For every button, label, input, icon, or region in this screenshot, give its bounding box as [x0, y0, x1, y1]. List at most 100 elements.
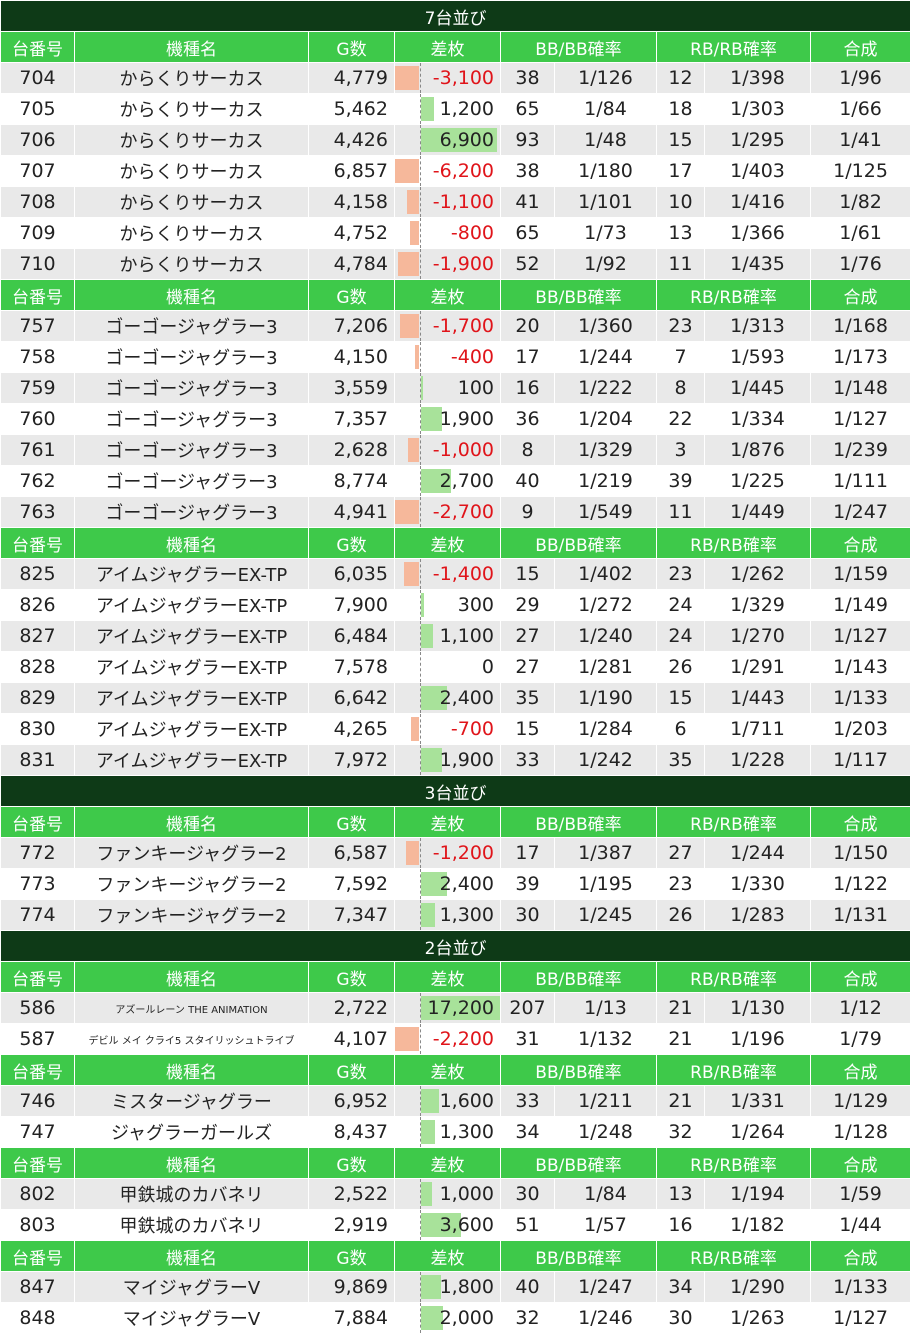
- rb-count: 24: [656, 589, 705, 621]
- difference-value: 2,000: [439, 1307, 494, 1329]
- difference: 2,700: [394, 465, 501, 497]
- column-header-row: 台番号 機種名 G数 差枚 BB/BB確率 RB/RB確率 合成: [0, 31, 910, 63]
- table-row[interactable]: 803 甲鉄城のカバネリ 2,919 3,600 51 1/57 16 1/182 1/44: [0, 1209, 910, 1241]
- header-rb-probability: RB/RB確率: [656, 279, 811, 311]
- table-row[interactable]: 763 ゴーゴージャグラー3 4,941 -2,700 9 1/549 11 1/449 1/2…: [0, 496, 910, 528]
- table-row[interactable]: 773 ファンキージャグラー2 7,592 2,400 39 1/195 23 1/330 1/…: [0, 868, 910, 900]
- header-unit-number: 台番号: [0, 279, 75, 311]
- difference-bar-negative: [398, 252, 419, 276]
- combined-probability: 1/61: [809, 217, 910, 249]
- bb-probability: 1/101: [554, 186, 657, 218]
- difference: -700: [394, 713, 501, 745]
- table-row[interactable]: 757 ゴーゴージャグラー3 7,206 -1,700 20 1/360 23 1/313 1/…: [0, 310, 910, 342]
- combined-probability: 1/59: [809, 1178, 910, 1210]
- difference-value: 6,900: [439, 129, 494, 151]
- unit-number: 831: [0, 744, 75, 776]
- table-row[interactable]: 830 アイムジャグラーEX-TP 4,265 -700 15 1/284 6 1/711 1/…: [0, 713, 910, 745]
- difference: -1,400: [394, 558, 501, 590]
- table-row[interactable]: 704 からくりサーカス 4,779 -3,100 38 1/126 12 1/398 1/96: [0, 62, 910, 94]
- machine-name: からくりサーカス: [74, 186, 309, 218]
- table-row[interactable]: 705 からくりサーカス 5,462 1,200 65 1/84 18 1/303 1/66: [0, 93, 910, 125]
- header-games: G数: [308, 1147, 395, 1179]
- rb-count: 21: [656, 1023, 705, 1055]
- combined-probability: 1/127: [809, 620, 910, 652]
- table-row[interactable]: 848 マイジャグラーV 7,884 2,000 32 1/246 30 1/263 1/127: [0, 1302, 910, 1334]
- table-row[interactable]: 847 マイジャグラーV 9,869 1,800 40 1/247 34 1/290 1/133: [0, 1271, 910, 1303]
- table-row[interactable]: 707 からくりサーカス 6,857 -6,200 38 1/180 17 1/403 1/12…: [0, 155, 910, 187]
- bb-count: 41: [500, 186, 555, 218]
- machine-name: デビル メイ クライ5 スタイリッシュトライブ: [74, 1023, 309, 1055]
- combined-probability: 1/131: [809, 899, 910, 931]
- header-bb-probability: BB/BB確率: [500, 1240, 657, 1272]
- table-row[interactable]: 758 ゴーゴージャグラー3 4,150 -400 17 1/244 7 1/593 1/173: [0, 341, 910, 373]
- difference: -3,100: [394, 62, 501, 94]
- table-row[interactable]: 587 デビル メイ クライ5 スタイリッシュトライブ 4,107 -2,200 31 1…: [0, 1023, 910, 1055]
- header-combined: 合成: [809, 1240, 910, 1272]
- table-row[interactable]: 708 からくりサーカス 4,158 -1,100 41 1/101 10 1/416 1/82: [0, 186, 910, 218]
- table-row[interactable]: 774 ファンキージャグラー2 7,347 1,300 30 1/245 26 1/283 1/…: [0, 899, 910, 931]
- bb-count: 17: [500, 837, 555, 869]
- bb-count: 27: [500, 620, 555, 652]
- column-header-row: 台番号 機種名 G数 差枚 BB/BB確率 RB/RB確率 合成: [0, 1240, 910, 1272]
- table-row[interactable]: 772 ファンキージャグラー2 6,587 -1,200 17 1/387 27 1/244 1…: [0, 837, 910, 869]
- difference: -2,700: [394, 496, 501, 528]
- table-row[interactable]: 827 アイムジャグラーEX-TP 6,484 1,100 27 1/240 24 1/270…: [0, 620, 910, 652]
- column-header-row: 台番号 機種名 G数 差枚 BB/BB確率 RB/RB確率 合成: [0, 1147, 910, 1179]
- table-row[interactable]: 759 ゴーゴージャグラー3 3,559 100 16 1/222 8 1/445 1/148: [0, 372, 910, 404]
- machine-name: からくりサーカス: [74, 93, 309, 125]
- header-unit-number: 台番号: [0, 961, 75, 993]
- table-row[interactable]: 802 甲鉄城のカバネリ 2,522 1,000 30 1/84 13 1/194 1/59: [0, 1178, 910, 1210]
- table-row[interactable]: 709 からくりサーカス 4,752 -800 65 1/73 13 1/366 1/61: [0, 217, 910, 249]
- machine-name: ゴーゴージャグラー3: [74, 310, 309, 342]
- bb-count: 9: [500, 496, 555, 528]
- table-row[interactable]: 746 ミスタージャグラー 6,952 1,600 33 1/211 21 1/331 1/12…: [0, 1085, 910, 1117]
- table-row[interactable]: 828 アイムジャグラーEX-TP 7,578 0 27 1/281 26 1/291 1/14…: [0, 651, 910, 683]
- difference-bar-negative: [408, 438, 419, 462]
- table-row[interactable]: 761 ゴーゴージャグラー3 2,628 -1,000 8 1/329 3 1/876 1/23…: [0, 434, 910, 466]
- header-machine-name: 機種名: [74, 1054, 309, 1086]
- bb-probability: 1/284: [554, 713, 657, 745]
- rb-count: 32: [656, 1116, 705, 1148]
- section-title-row: 7台並び: [0, 0, 910, 32]
- rb-probability: 1/331: [704, 1085, 811, 1117]
- table-row[interactable]: 826 アイムジャグラーEX-TP 7,900 300 29 1/272 24 1/329 1/…: [0, 589, 910, 621]
- table-row[interactable]: 747 ジャグラーガールズ 8,437 1,300 34 1/248 32 1/264 1/12…: [0, 1116, 910, 1148]
- unit-number: 706: [0, 124, 75, 156]
- difference: 17,200: [394, 992, 501, 1024]
- table-row[interactable]: 829 アイムジャグラーEX-TP 6,642 2,400 35 1/190 15 1/443…: [0, 682, 910, 714]
- difference-value: -1,400: [432, 563, 494, 585]
- difference-value: -1,200: [432, 842, 494, 864]
- table-row[interactable]: 760 ゴーゴージャグラー3 7,357 1,900 36 1/204 22 1/334 1/1…: [0, 403, 910, 435]
- rb-probability: 1/445: [704, 372, 811, 404]
- rb-probability: 1/593: [704, 341, 811, 373]
- difference-bar-negative: [406, 190, 419, 214]
- bb-probability: 1/272: [554, 589, 657, 621]
- difference-value: 1,600: [439, 1090, 494, 1112]
- combined-probability: 1/143: [809, 651, 910, 683]
- bb-count: 8: [500, 434, 555, 466]
- difference-bar-positive: [421, 903, 436, 927]
- table-row[interactable]: 586 アズールレーン THE ANIMATION 2,722 17,200 207 1/…: [0, 992, 910, 1024]
- unit-number: 709: [0, 217, 75, 249]
- difference: 1,800: [394, 1271, 501, 1303]
- combined-probability: 1/148: [809, 372, 910, 404]
- results-sheet: 7台並び 台番号 機種名 G数 差枚 BB/BB確率 RB/RB確率 合成 704 からくりサーカ…: [0, 0, 910, 1334]
- bb-count: 33: [500, 1085, 555, 1117]
- difference-value: 1,300: [439, 1121, 494, 1143]
- game-count: 2,919: [308, 1209, 395, 1241]
- bb-count: 39: [500, 868, 555, 900]
- rb-probability: 1/711: [704, 713, 811, 745]
- table-row[interactable]: 762 ゴーゴージャグラー3 8,774 2,700 40 1/219 39 1/225 1/1…: [0, 465, 910, 497]
- table-row[interactable]: 706 からくりサーカス 4,426 6,900 93 1/48 15 1/295 1/41: [0, 124, 910, 156]
- rb-count: 26: [656, 899, 705, 931]
- table-row[interactable]: 831 アイムジャグラーEX-TP 7,972 1,900 33 1/242 35 1/228…: [0, 744, 910, 776]
- table-row[interactable]: 710 からくりサーカス 4,784 -1,900 52 1/92 11 1/435 1/76: [0, 248, 910, 280]
- difference-bar-negative: [405, 841, 419, 865]
- difference-bar-negative: [403, 562, 419, 586]
- difference: 2,400: [394, 868, 501, 900]
- rb-probability: 1/244: [704, 837, 811, 869]
- rb-count: 15: [656, 124, 705, 156]
- combined-probability: 1/125: [809, 155, 910, 187]
- table-row[interactable]: 825 アイムジャグラーEX-TP 6,035 -1,400 15 1/402 23 1/26…: [0, 558, 910, 590]
- rb-count: 10: [656, 186, 705, 218]
